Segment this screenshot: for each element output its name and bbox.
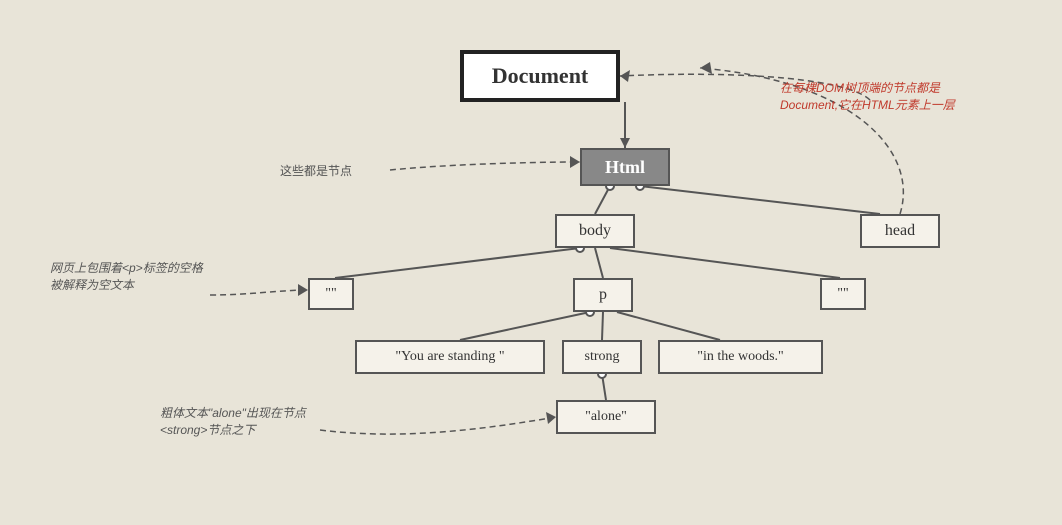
- html-label: Html: [605, 157, 645, 178]
- alone-label: "alone": [585, 409, 627, 425]
- alone-annotation: 粗体文本"alone"出现在节点<strong>节点之下: [160, 405, 320, 439]
- whitespace-annotation-text: 网页上包围着<p>标签的空格被解释为空文本: [50, 261, 203, 292]
- you-are-node: "You are standing ": [355, 340, 545, 374]
- quote-right-node: "": [820, 278, 866, 310]
- whitespace-annotation: 网页上包围着<p>标签的空格被解释为空文本: [50, 260, 210, 294]
- quote-left-label: "": [325, 286, 336, 302]
- document-annotation-text: 在每棵DOM树顶端的节点都是Document,它在HTML元素上一层: [780, 81, 955, 112]
- in-the-woods-label: "in the woods.": [697, 349, 783, 365]
- document-label: Document: [492, 63, 589, 89]
- nodes-annotation-text: 这些都是节点: [280, 164, 352, 178]
- body-label: body: [579, 222, 611, 240]
- strong-node: strong: [562, 340, 642, 374]
- nodes-annotation: 这些都是节点: [280, 163, 352, 180]
- head-node: head: [860, 214, 940, 248]
- quote-left-node: "": [308, 278, 354, 310]
- document-node: Document: [460, 50, 620, 102]
- p-node: p: [573, 278, 633, 312]
- document-annotation: 在每棵DOM树顶端的节点都是Document,它在HTML元素上一层: [780, 80, 980, 114]
- head-label: head: [885, 222, 915, 240]
- alone-annotation-text: 粗体文本"alone"出现在节点<strong>节点之下: [160, 406, 306, 437]
- html-node: Html: [580, 148, 670, 186]
- body-node: body: [555, 214, 635, 248]
- strong-label: strong: [585, 349, 620, 365]
- quote-right-label: "": [837, 286, 848, 302]
- p-label: p: [599, 286, 607, 304]
- in-the-woods-node: "in the woods.": [658, 340, 823, 374]
- you-are-label: "You are standing ": [395, 349, 504, 365]
- alone-node: "alone": [556, 400, 656, 434]
